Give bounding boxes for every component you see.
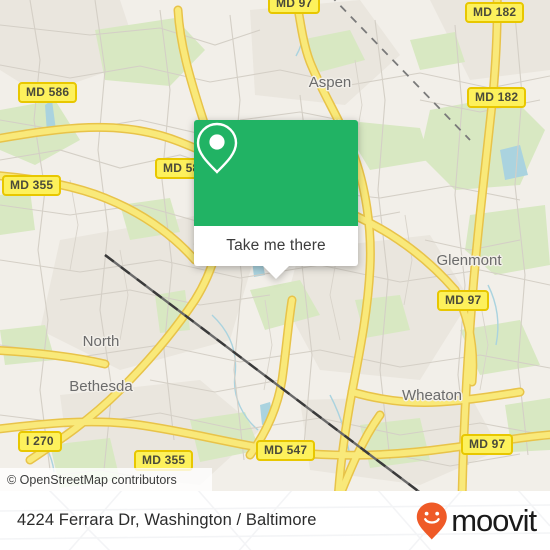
take-me-there-label: Take me there [226, 237, 326, 254]
map-screen: Aspen Hill Glenmont Wheaton North Bethes… [0, 0, 550, 550]
osm-attribution[interactable]: © OpenStreetMap contributors [0, 468, 212, 491]
location-pin-icon [196, 122, 238, 174]
shield-md-182-top: MD 182 [465, 2, 525, 23]
moovit-logo[interactable]: moovit [415, 491, 537, 550]
shield-md-182-right: MD 182 [467, 87, 527, 108]
callout-action-area[interactable]: Take me there [194, 226, 358, 266]
osm-attribution-text: © OpenStreetMap contributors [7, 472, 177, 487]
shield-md-97-bottom: MD 97 [461, 434, 514, 455]
shield-md-586-upper: MD 586 [18, 82, 78, 103]
moovit-wordmark: moovit [451, 503, 537, 538]
address-text: 4224 Ferrara Dr, Washington / Baltimore [17, 511, 317, 529]
shield-i-270: I 270 [18, 431, 62, 452]
shield-md-97-right: MD 97 [437, 290, 490, 311]
footer-bar: 4224 Ferrara Dr, Washington / Baltimore … [0, 491, 550, 550]
shield-md-355-left: MD 355 [2, 175, 62, 196]
shield-md-547: MD 547 [256, 440, 316, 461]
callout-tail [263, 266, 289, 279]
take-me-there-callout[interactable]: Take me there [194, 120, 358, 279]
callout-icon-area [194, 120, 358, 226]
map-canvas[interactable]: Aspen Hill Glenmont Wheaton North Bethes… [0, 0, 550, 491]
shield-md-97-top: MD 97 [268, 0, 321, 14]
moovit-smiling-pin-icon [417, 502, 448, 539]
